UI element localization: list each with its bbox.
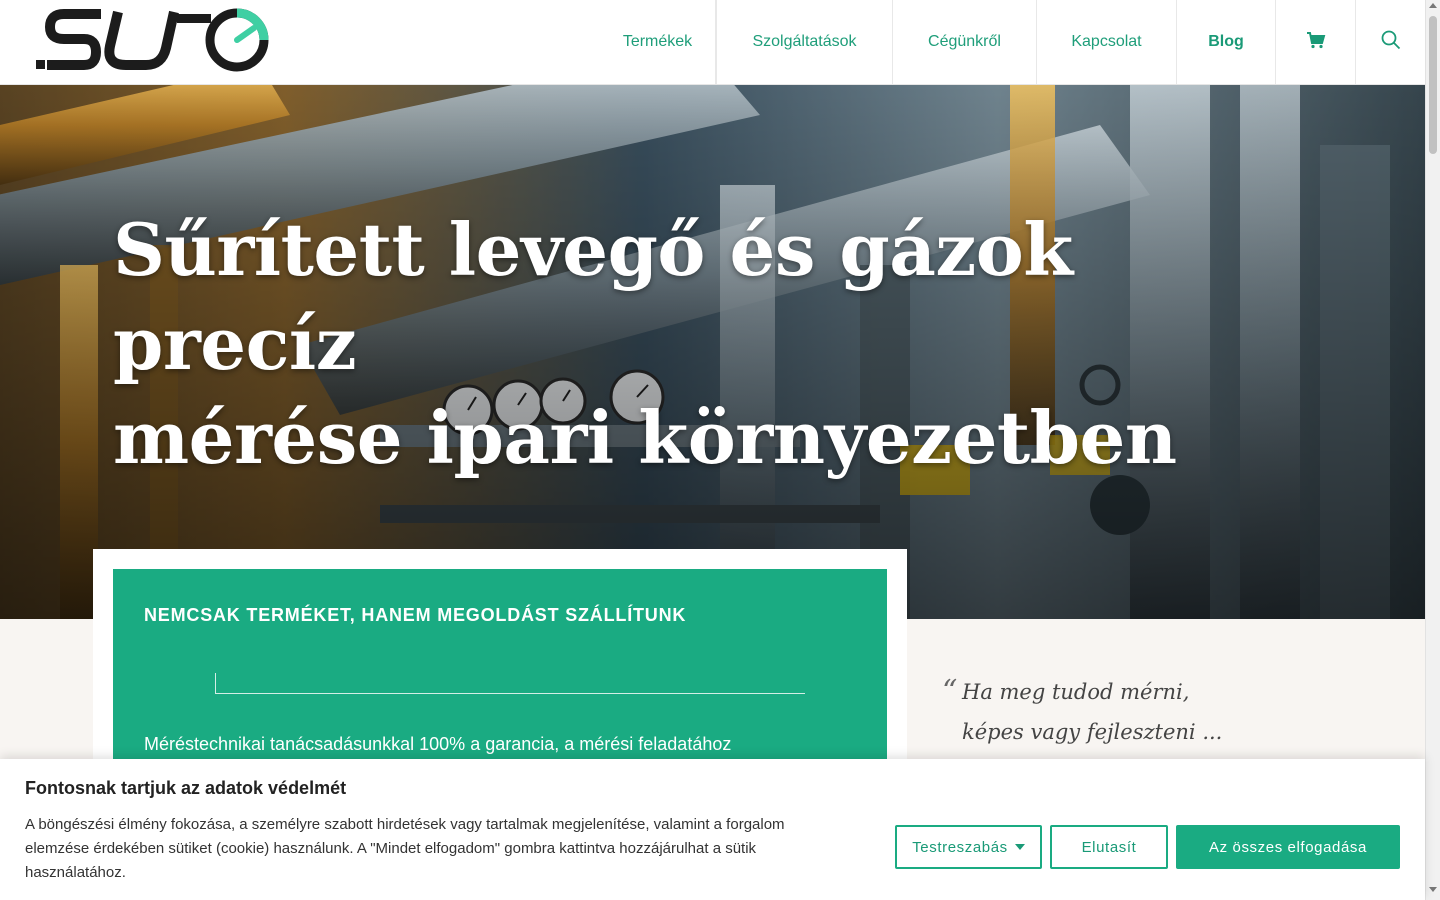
nav-kapcsolat[interactable]: Kapcsolat xyxy=(1037,0,1177,84)
hero-banner: Sűrített levegő és gázok precíz mérése i… xyxy=(0,85,1425,619)
nav-szolgaltatasok[interactable]: Szolgáltatások xyxy=(716,0,893,84)
customize-label: Testreszabás xyxy=(912,838,1008,856)
nav-cegunkrol[interactable]: Cégünkről xyxy=(893,0,1037,84)
cookie-title: Fontosnak tartjuk az adatok védelmét xyxy=(25,778,347,798)
hero-title-line1: Sűrített levegő és gázok precíz xyxy=(113,207,1073,386)
caret-down-icon xyxy=(1014,844,1025,850)
hero-title-line2: mérése ipari környezetben xyxy=(113,395,1177,480)
scroll-down-icon[interactable] xyxy=(1429,887,1437,892)
nav-termekek[interactable]: Termékek xyxy=(600,0,716,84)
page-scrollbar[interactable] xyxy=(1425,0,1440,900)
search-button[interactable] xyxy=(1356,0,1425,84)
scroll-up-icon[interactable] xyxy=(1429,3,1437,8)
reject-button[interactable]: Elutasít xyxy=(1050,825,1168,869)
main-nav: Termékek Szolgáltatások Cégünkről Kapcso… xyxy=(600,0,1425,84)
feature-heading: NEMCSAK TERMÉKET, HANEM MEGOLDÁST SZÁLLÍ… xyxy=(144,605,687,625)
divider-line xyxy=(215,673,805,694)
quote-line1: Ha meg tudod mérni, xyxy=(962,680,1190,704)
cookie-banner: Fontosnak tartjuk az adatok védelmét A b… xyxy=(0,759,1425,900)
feature-text: Méréstechnikai tanácsadásunkkal 100% a g… xyxy=(144,734,732,754)
suto-logo[interactable] xyxy=(34,8,274,74)
cookie-text: A böngészési élmény fokozása, a személyr… xyxy=(25,816,785,881)
customize-button[interactable]: Testreszabás xyxy=(895,825,1042,869)
site-header: Termékek Szolgáltatások Cégünkről Kapcso… xyxy=(0,0,1425,85)
quote-mark: “ xyxy=(942,674,958,709)
quote-block: “ Ha meg tudod mérni, képes vagy fejlesz… xyxy=(942,672,1222,752)
accept-all-button[interactable]: Az összes elfogadása xyxy=(1176,825,1400,869)
nav-blog[interactable]: Blog xyxy=(1177,0,1276,84)
cart-icon xyxy=(1306,31,1326,54)
search-icon xyxy=(1381,30,1401,55)
hero-title: Sűrített levegő és gázok precíz mérése i… xyxy=(113,203,1263,485)
quote-line2: képes vagy fejleszteni ... xyxy=(962,720,1223,744)
cart-button[interactable] xyxy=(1276,0,1356,84)
scroll-thumb[interactable] xyxy=(1429,16,1437,154)
